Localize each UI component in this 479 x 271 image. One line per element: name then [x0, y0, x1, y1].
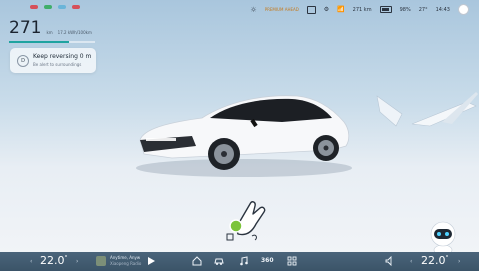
camera-icon[interactable]: [306, 5, 316, 14]
now-playing[interactable]: Anytime, Anyw Xiaopeng Radio: [110, 255, 141, 267]
passenger-temp-up-icon[interactable]: ›: [458, 258, 460, 265]
indicator-blue: [58, 5, 66, 9]
sun-icon[interactable]: ☼: [250, 6, 256, 14]
clock: 14:43: [435, 6, 450, 13]
status-bar: ☼ PREMIUM AHEAD ⚙ 📶 271 km 98% 27° 14:43: [0, 0, 479, 16]
driver-temp-value: 22.0: [40, 254, 65, 267]
gear-indicator-icon: D: [17, 55, 29, 67]
passenger-temperature[interactable]: 22.0°: [421, 254, 449, 267]
settings-icon[interactable]: ⚙: [324, 6, 329, 13]
battery-percent: 98%: [399, 6, 411, 13]
home-icon[interactable]: [191, 255, 203, 267]
album-art[interactable]: [96, 256, 106, 266]
passenger-temp-value: 22.0: [421, 254, 446, 267]
status-range: 271 km: [352, 6, 372, 13]
indicator-green: [44, 5, 52, 9]
promo-badge[interactable]: PREMIUM AHEAD: [265, 7, 299, 12]
driver-temperature[interactable]: 22.0°: [40, 254, 68, 267]
passenger-temp-unit: °: [445, 254, 449, 262]
indicator-red: [30, 5, 38, 9]
notice-title: Keep reversing 0 m: [33, 53, 92, 60]
song-artist: Xiaopeng Radio: [110, 261, 142, 266]
user-avatar-icon[interactable]: [458, 4, 469, 15]
song-title: Anytime, Anyw: [110, 255, 141, 260]
music-icon[interactable]: [238, 255, 250, 267]
driver-temp-up-icon[interactable]: ›: [76, 258, 78, 265]
play-icon[interactable]: [148, 257, 155, 265]
energy-consumption: 17.2 kWh/100km: [57, 30, 92, 35]
status-indicators: [30, 5, 80, 9]
outside-temperature: 27°: [418, 6, 428, 13]
car-icon[interactable]: [213, 255, 225, 267]
passenger-temp-down-icon[interactable]: ‹: [410, 258, 412, 265]
sculpture-decoration-icon: [376, 92, 478, 127]
driver-temp-unit: °: [64, 254, 68, 262]
reversing-notice-card[interactable]: D Keep reversing 0 m Be alert to surroun…: [10, 48, 96, 73]
notice-description: Be alert to surroundings: [33, 62, 82, 67]
range-progress-fill: [9, 41, 70, 43]
range-progress-bar: [9, 41, 95, 43]
range-value: 271: [9, 18, 42, 38]
battery-icon: [379, 6, 392, 13]
app-grid-icon[interactable]: [286, 255, 298, 267]
driver-temp-down-icon[interactable]: ‹: [30, 258, 32, 265]
vehicle-model-icon[interactable]: [132, 88, 352, 178]
voice-assistant-robot-icon[interactable]: [427, 216, 459, 256]
range-unit: km: [46, 30, 53, 35]
bottom-dock: ‹ 22.0° › Anytime, Anyw Xiaopeng Radio 3…: [0, 252, 479, 271]
volume-icon[interactable]: [384, 255, 396, 267]
range-display[interactable]: 271 km 17.2 kWh/100km: [9, 20, 92, 37]
indicator-red-2: [72, 5, 80, 9]
camera-360-button[interactable]: 360: [261, 257, 274, 264]
status-right: ☼ PREMIUM AHEAD ⚙ 📶 271 km 98% 27° 14:43: [250, 4, 469, 15]
signal-icon: 📶: [337, 6, 345, 13]
gesture-hand-icon: [226, 201, 266, 241]
